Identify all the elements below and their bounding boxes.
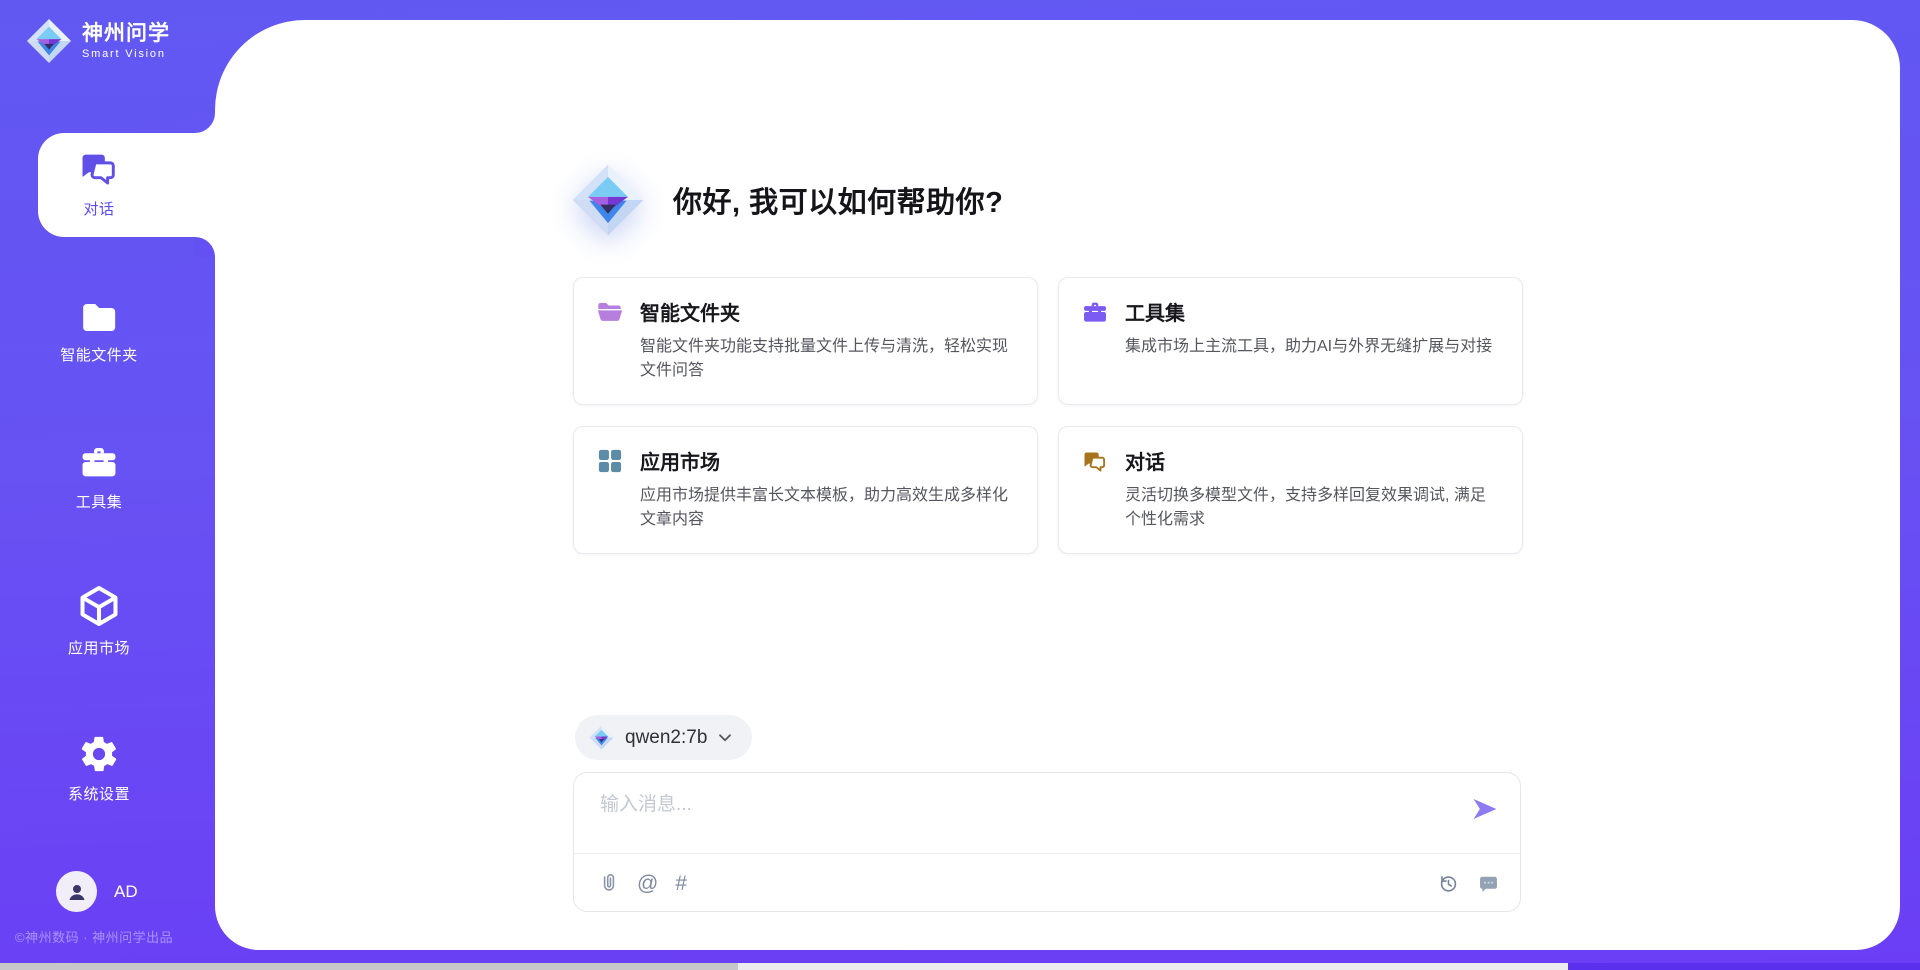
card-toolset[interactable]: 工具集 集成市场上主流工具，助力AI与外界无缝扩展与对接: [1058, 277, 1523, 405]
feature-cards: 智能文件夹 智能文件夹功能支持批量文件上传与清洗，轻松实现文件问答 工具集 集成…: [573, 277, 1523, 554]
brand-text: 神州问学 Smart Vision: [82, 22, 170, 60]
scrollbar-right-edge: [1568, 963, 1920, 970]
chevron-down-icon: [718, 731, 732, 744]
model-logo-icon: [589, 725, 614, 750]
model-selector[interactable]: qwen2:7b: [575, 715, 752, 760]
composer-toolbar: @ #: [598, 854, 1500, 912]
at-icon: @: [637, 873, 658, 894]
app-window: 神州问学 Smart Vision 对话 智能文件夹 工具集 应用市场 系统: [0, 0, 1920, 970]
card-description: 灵活切换多模型文件，支持多样回复效果调试, 满足个性化需求: [1125, 484, 1500, 532]
brand-logo-icon: [26, 18, 72, 64]
person-icon: [65, 880, 89, 904]
copyright-footer: ©神州数码 · 神州问学出品: [15, 927, 173, 946]
mention-button[interactable]: @: [637, 873, 658, 894]
brand-subtitle: Smart Vision: [82, 48, 170, 60]
toolbox-icon: [78, 441, 120, 483]
grid-icon: [596, 447, 624, 475]
avatar[interactable]: [56, 871, 97, 912]
horizontal-scrollbar[interactable]: [0, 963, 1920, 970]
card-header: 智能文件夹: [596, 297, 1015, 326]
conversation-button[interactable]: [1477, 872, 1500, 895]
card-header: 工具集: [1081, 297, 1500, 326]
hash-icon: #: [675, 873, 687, 894]
card-header: 应用市场: [596, 446, 1015, 475]
chat-bubble-icon: [1477, 872, 1500, 895]
tab-fillet-top: [195, 113, 215, 133]
card-title: 智能文件夹: [640, 297, 740, 326]
topic-button[interactable]: #: [675, 873, 687, 894]
sidebar-item-label: 工具集: [76, 491, 123, 512]
history-icon: [1437, 872, 1460, 895]
brand-name: 神州问学: [82, 22, 170, 45]
sidebar-item-smart-folder[interactable]: 智能文件夹: [0, 296, 198, 365]
sidebar-item-label: 智能文件夹: [60, 344, 138, 365]
gear-icon: [78, 733, 120, 775]
card-smart-folder[interactable]: 智能文件夹 智能文件夹功能支持批量文件上传与清洗，轻松实现文件问答: [573, 277, 1038, 405]
card-header: 对话: [1081, 446, 1500, 475]
sidebar-item-label: 应用市场: [68, 637, 130, 658]
send-button[interactable]: [1470, 795, 1500, 825]
chat-icon: [1081, 447, 1109, 475]
user-account[interactable]: AD: [56, 871, 138, 912]
user-initials: AD: [114, 882, 138, 902]
greeting-title: 你好, 我可以如何帮助你?: [673, 179, 1003, 221]
card-chat[interactable]: 对话 灵活切换多模型文件，支持多样回复效果调试, 满足个性化需求: [1058, 426, 1523, 554]
folder-icon: [79, 296, 119, 336]
message-composer: @ #: [573, 772, 1521, 912]
tab-fillet-bottom: [195, 237, 215, 257]
sidebar-item-toolset[interactable]: 工具集: [0, 441, 198, 512]
send-icon: [1471, 795, 1499, 823]
attach-button[interactable]: [598, 872, 620, 895]
model-name: qwen2:7b: [625, 727, 707, 749]
paperclip-icon: [598, 872, 620, 895]
sidebar-item-label: 系统设置: [68, 783, 130, 804]
sidebar-item-app-market[interactable]: 应用市场: [0, 583, 198, 658]
scrollbar-thumb[interactable]: [0, 963, 738, 970]
sidebar-item-chat[interactable]: 对话: [0, 146, 198, 219]
card-title: 工具集: [1125, 297, 1185, 326]
greeting-section: 你好, 我可以如何帮助你?: [571, 163, 1003, 237]
sidebar-item-settings[interactable]: 系统设置: [0, 733, 198, 804]
card-description: 智能文件夹功能支持批量文件上传与清洗，轻松实现文件问答: [640, 335, 1015, 383]
brand: 神州问学 Smart Vision: [26, 18, 170, 64]
cube-icon: [76, 583, 122, 629]
card-title: 应用市场: [640, 446, 720, 475]
main-panel: 你好, 我可以如何帮助你? 智能文件夹 智能文件夹功能支持批量文件上传与清洗，轻…: [215, 20, 1900, 950]
folder-open-icon: [596, 298, 624, 326]
card-description: 应用市场提供丰富长文本模板，助力高效生成多样化文章内容: [640, 484, 1015, 532]
assistant-logo-icon: [571, 163, 645, 237]
message-input[interactable]: [598, 793, 1438, 817]
sidebar-item-label: 对话: [83, 198, 114, 219]
card-app-market[interactable]: 应用市场 应用市场提供丰富长文本模板，助力高效生成多样化文章内容: [573, 426, 1038, 554]
history-button[interactable]: [1437, 872, 1460, 895]
card-title: 对话: [1125, 446, 1165, 475]
chat-icon: [77, 146, 121, 190]
toolbox-icon: [1081, 298, 1109, 326]
card-description: 集成市场上主流工具，助力AI与外界无缝扩展与对接: [1125, 335, 1500, 359]
